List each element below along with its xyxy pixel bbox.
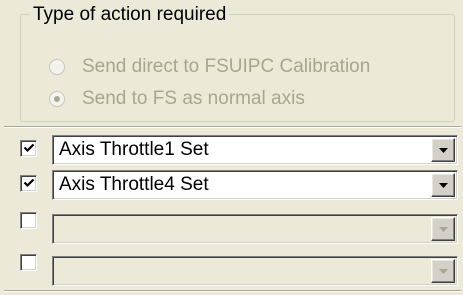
axis-row-3 [4,212,461,246]
axis-row-1-checkbox[interactable] [20,140,37,157]
action-type-legend: Type of action required [30,3,230,27]
panel-divider-bottom [4,290,461,292]
axis-row-1-select[interactable]: Axis Throttle1 Set [52,135,458,165]
checkmark-icon [23,178,35,188]
axis-row-2: Axis Throttle4 Set [4,168,461,202]
axis-row-2-checkbox[interactable] [20,175,37,192]
axis-row-3-select[interactable] [52,214,458,244]
radio-option-normal-axis[interactable]: Send to FS as normal axis [49,87,305,111]
chevron-down-icon [439,227,448,232]
radio-label-normal-axis: Send to FS as normal axis [82,88,305,109]
axis-row-3-checkbox[interactable] [20,212,37,229]
checkmark-icon [23,143,35,153]
chevron-down-icon [439,269,448,274]
radio-option-fsuipc-calibration[interactable]: Send direct to FSUIPC Calibration [49,55,370,79]
axis-row-1-value: Axis Throttle1 Set [59,139,209,160]
radio-button-fsuipc-calibration[interactable] [49,59,65,75]
axis-row-2-value: Axis Throttle4 Set [59,174,209,195]
axis-row-4-checkbox[interactable] [20,254,37,271]
axis-row-4-select[interactable] [52,256,458,286]
axis-row-1-dropdown-button[interactable] [431,138,455,162]
radio-dot-icon [54,96,60,102]
axis-row-2-select[interactable]: Axis Throttle4 Set [52,170,458,200]
chevron-down-icon [439,148,448,153]
axis-row-4-dropdown-button[interactable] [431,259,455,283]
radio-button-normal-axis[interactable] [49,91,65,107]
axis-row-1: Axis Throttle1 Set [4,133,461,167]
axis-assignment-panel: Axis Throttle1 Set Axis Throttle4 Set [4,126,461,295]
chevron-down-icon [439,183,448,188]
axis-row-3-dropdown-button[interactable] [431,217,455,241]
radio-label-fsuipc-calibration: Send direct to FSUIPC Calibration [82,56,371,77]
panel-divider-top [4,126,461,128]
axis-row-2-dropdown-button[interactable] [431,173,455,197]
axis-row-4 [4,254,461,288]
